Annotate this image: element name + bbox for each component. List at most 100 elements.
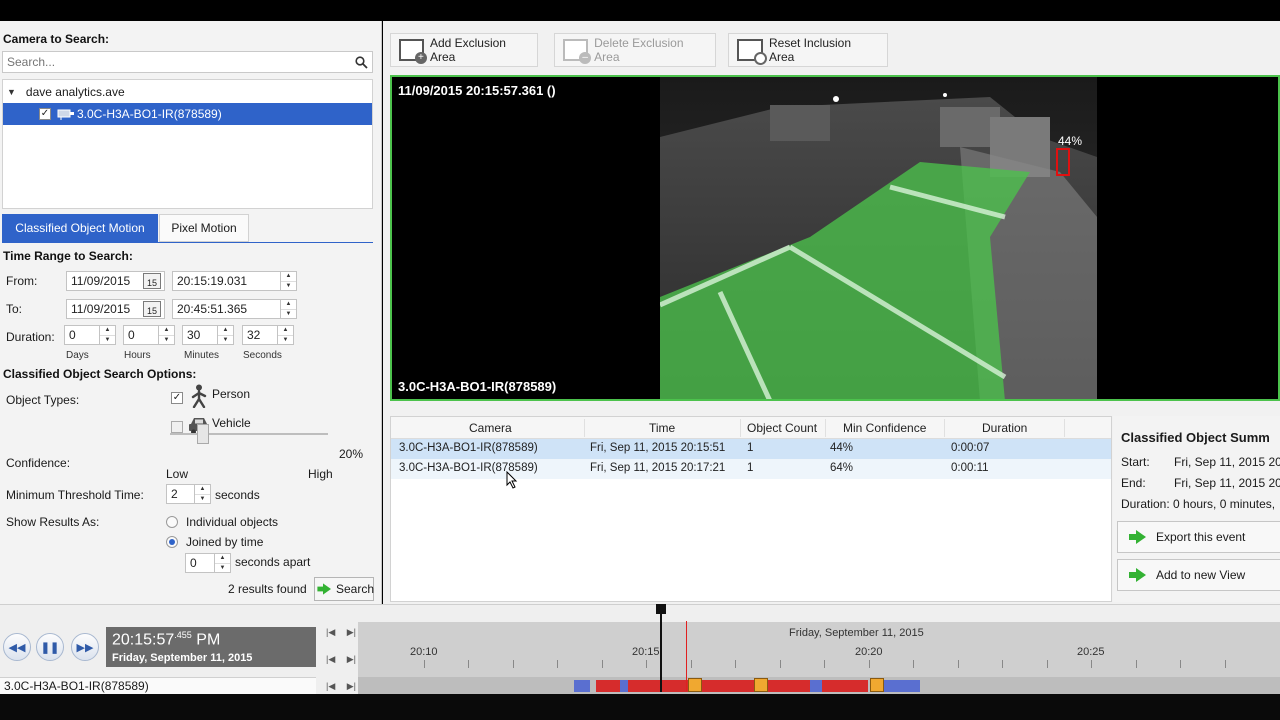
minutes-spinner[interactable]: ▲ ▼ [217,326,233,344]
motion-segment[interactable] [574,680,590,692]
camera-icon [57,107,75,124]
from-label: From: [6,274,38,288]
individual-objects-radio[interactable] [166,516,178,528]
skip-controls-row-3[interactable]: |◀ ▶| [326,681,356,692]
reset-inclusion-area-button[interactable]: Reset Inclusion Area [728,33,888,67]
days-spinner[interactable]: ▲ ▼ [99,326,115,344]
vehicle-checkbox[interactable] [171,421,183,433]
tab-pixel-motion[interactable]: Pixel Motion [159,214,249,242]
table-row[interactable]: 3.0C-H3A-BO1-IR(878589) Fri, Sep 11, 201… [391,439,1111,459]
expand-triangle-icon[interactable]: ▼ [7,87,16,97]
pause-icon: ❚❚ [40,641,60,654]
threshold-spinner[interactable]: ▲ ▼ [194,485,210,503]
fast-forward-button[interactable]: ▶▶ [71,633,99,661]
person-checkbox[interactable]: ✓ [171,392,183,404]
summary-end-label: End: [1121,476,1146,490]
tab-classified-object-motion[interactable]: Classified Object Motion [2,214,158,242]
to-date-value: 11/09/2015 [71,302,131,316]
col-min-confidence[interactable]: Min Confidence [843,421,926,435]
camera-search-box[interactable] [2,51,373,73]
add-to-new-view-button[interactable]: Add to new View [1117,559,1280,591]
col-time[interactable]: Time [649,421,675,435]
from-time-field[interactable]: 20:15:19.031 ▲ ▼ [172,271,297,291]
video-preview[interactable]: 44% 11/09/2015 20:15:57.361 () 3.0C-H3A-… [390,75,1280,401]
arrow-right-icon [317,583,331,595]
summary-title: Classified Object Summ [1121,430,1270,445]
skip-controls-row-1[interactable]: |◀ ▶| [326,627,356,638]
add-exclusion-area-button[interactable]: + Add Exclusion Area [390,33,538,67]
timeline[interactable]: Friday, September 11, 2015 20:10 20:15 2… [358,622,1280,695]
summary-start-value: Fri, Sep 11, 2015 20: [1174,455,1280,469]
delete-exclusion-area-button[interactable]: – Delete Exclusion Area [554,33,716,67]
camera-search-label: Camera to Search: [3,32,110,46]
motion-segment[interactable] [810,680,822,692]
table-row[interactable]: 3.0C-H3A-BO1-IR(878589) Fri, Sep 11, 201… [391,459,1111,479]
vehicle-label: Vehicle [212,416,251,430]
playhead-handle[interactable] [656,604,666,614]
search-icon[interactable] [350,52,372,72]
seconds-spinner[interactable]: ▲ ▼ [277,326,293,344]
threshold-seconds-label: seconds [215,488,260,502]
duration-label: Duration: [6,330,55,344]
from-time-value: 20:15:19.031 [177,274,248,288]
event-marker[interactable] [870,678,884,692]
duration-minutes-field[interactable]: 30 ▲ ▼ [182,325,234,345]
min-threshold-field[interactable]: 2 ▲ ▼ [166,484,211,504]
event-marker[interactable] [754,678,768,692]
camera-checkbox[interactable]: ✓ [39,108,51,120]
duration-days-field[interactable]: 0 ▲ ▼ [64,325,116,345]
pause-button[interactable]: ❚❚ [36,633,64,661]
confidence-slider-thumb[interactable] [197,424,209,444]
timeline-date: Friday, September 11, 2015 [789,627,924,639]
to-time-spinner[interactable]: ▲ ▼ [280,300,296,318]
time-ms: .455 [174,630,192,640]
event-time-marker [686,621,687,691]
playhead[interactable] [660,604,662,692]
search-options-label: Classified Object Search Options: [3,367,197,381]
duration-hours-field[interactable]: 0 ▲ ▼ [123,325,175,345]
tick-label: 20:15 [632,646,660,658]
camera-scene[interactable]: 44% [658,77,1097,399]
export-event-button[interactable]: Export this event [1117,521,1280,553]
to-date-field[interactable]: 11/09/2015 15 [66,299,165,319]
seconds-apart-field[interactable]: 0 ▲ ▼ [185,553,231,573]
tick-label: 20:20 [855,646,883,658]
results-table: Camera Time Object Count Min Confidence … [390,416,1112,602]
to-label: To: [6,302,23,316]
fast-forward-icon: ▶▶ [76,641,94,654]
calendar-icon[interactable]: 15 [143,301,161,317]
camera-search-input[interactable] [3,52,343,72]
tree-root-site[interactable]: ▼ dave analytics.ave [7,83,125,101]
motion-segment[interactable] [620,680,628,692]
motion-segment[interactable] [828,680,868,692]
time-ampm: PM [196,631,221,649]
apart-spinner[interactable]: ▲ ▼ [214,554,230,572]
tree-item-camera[interactable]: ✓ 3.0C-H3A-BO1-IR(878589) [3,103,372,125]
from-time-spinner[interactable]: ▲ ▼ [280,272,296,290]
tree-root-label: dave analytics.ave [25,85,125,99]
col-duration[interactable]: Duration [982,421,1027,435]
summary-panel: Classified Object Summ Start: Fri, Sep 1… [1113,416,1280,602]
skip-controls-row-2[interactable]: |◀ ▶| [326,654,356,665]
search-panel: Camera to Search: ▼ dave analytics.ave ✓… [0,21,382,604]
person-icon [190,384,208,411]
duration-seconds-field[interactable]: 32 ▲ ▼ [242,325,294,345]
to-time-field[interactable]: 20:45:51.365 ▲ ▼ [172,299,297,319]
confidence-slider-track[interactable] [170,433,328,435]
col-object-count[interactable]: Object Count [747,421,817,435]
rewind-button[interactable]: ◀◀ [3,633,31,661]
to-time-value: 20:45:51.365 [177,302,248,316]
summary-duration: Duration: 0 hours, 0 minutes, [1121,497,1276,511]
hours-spinner[interactable]: ▲ ▼ [158,326,174,344]
search-button[interactable]: Search [314,577,374,601]
from-date-field[interactable]: 11/09/2015 15 [66,271,165,291]
confidence-label: Confidence: [6,456,71,470]
video-camera-name: 3.0C-H3A-BO1-IR(878589) [398,379,557,394]
joined-by-time-radio[interactable] [166,536,178,548]
min-threshold-label: Minimum Threshold Time: [6,488,144,502]
from-date-value: 11/09/2015 [71,274,131,288]
calendar-icon[interactable]: 15 [143,273,161,289]
confidence-high-label: High [308,467,333,481]
event-marker[interactable] [688,678,702,692]
col-camera[interactable]: Camera [469,421,512,435]
